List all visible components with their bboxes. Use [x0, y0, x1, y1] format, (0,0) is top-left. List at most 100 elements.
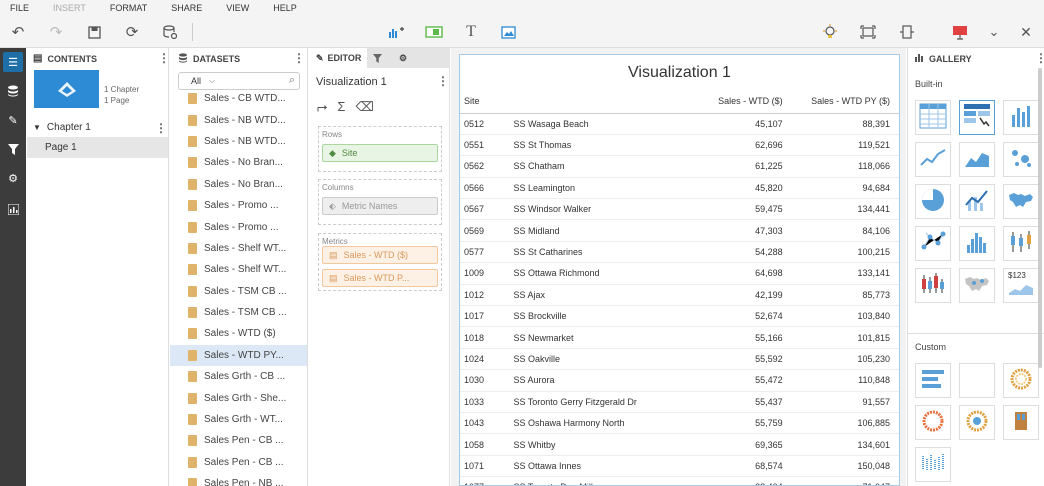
insert-text-icon[interactable]: T — [461, 22, 481, 42]
insert-filter-icon[interactable] — [424, 22, 444, 42]
gallery-chart-icon[interactable] — [3, 199, 23, 219]
datasets-icon[interactable] — [3, 81, 23, 101]
table-row[interactable]: 1009 SS Ottawa Richmond 64,698 133,141 — [460, 262, 899, 285]
dataset-item[interactable]: Sales - CB WTD... — [170, 88, 307, 109]
dataset-item[interactable]: Sales Pen - CB ... — [170, 452, 307, 473]
dataset-item[interactable]: Sales Pen - NB ... — [170, 473, 307, 486]
table-row[interactable]: 0577 SS St Catharines 54,288 100,215 — [460, 241, 899, 264]
gallery-builtin-network[interactable] — [915, 226, 951, 261]
contents-icon[interactable]: ☰ — [3, 52, 23, 72]
gallery-menu-icon[interactable]: ⋮ — [1035, 51, 1044, 65]
settings-icon[interactable]: ⚙ — [3, 168, 23, 188]
presentation-icon[interactable] — [950, 22, 970, 42]
gallery-builtin-map-area[interactable] — [959, 268, 995, 303]
gallery-builtin-grid[interactable] — [915, 100, 951, 135]
menu-file[interactable]: FILE — [10, 3, 29, 13]
gallery-builtin-bar-chart[interactable] — [1003, 100, 1039, 135]
datasets-menu-icon[interactable]: ⋮ — [293, 51, 305, 65]
gallery-builtin-area-chart[interactable] — [959, 142, 995, 177]
visualization-container[interactable]: Visualization 1 Site Sales - WTD ($) Sal… — [459, 54, 900, 486]
gallery-builtin-kpi[interactable]: $123 — [1003, 268, 1039, 303]
header-sales-wtd[interactable]: Sales - WTD ($) — [683, 89, 787, 114]
data-source-icon[interactable] — [160, 22, 180, 42]
gallery-builtin-map[interactable] — [1003, 184, 1039, 219]
gallery-builtin-box-plot[interactable] — [1003, 226, 1039, 261]
document-thumbnail[interactable] — [34, 70, 99, 108]
table-row[interactable]: 0551 SS St Thomas 62,696 119,521 — [460, 134, 899, 157]
menu-format[interactable]: FORMAT — [110, 3, 147, 13]
dataset-item[interactable]: Sales Pen - CB ... — [170, 430, 307, 451]
tab-format[interactable]: ⚙ — [399, 48, 417, 68]
gallery-builtin-pie-chart[interactable] — [915, 184, 951, 219]
table-row[interactable]: 1030 SS Aurora 55,472 110,848 — [460, 369, 899, 392]
dataset-item[interactable]: Sales - TSM CB ... — [170, 281, 307, 302]
table-row[interactable]: 1043 SS Oshawa Harmony North 55,759 106,885 — [460, 412, 899, 435]
page-row[interactable]: Page 1 — [27, 137, 168, 158]
dataset-item[interactable]: Sales - Promo ... — [170, 216, 307, 237]
table-row[interactable]: 1077SS Toronto Don Mills38,40471,047 — [460, 476, 899, 485]
dataset-item[interactable]: Sales Grth - CB ... — [170, 366, 307, 387]
gallery-custom-image[interactable] — [1003, 405, 1039, 440]
filter-icon[interactable] — [3, 139, 23, 159]
menu-share[interactable]: SHARE — [171, 3, 202, 13]
insert-image-icon[interactable] — [498, 22, 518, 42]
dataset-item[interactable]: Sales - WTD ($) — [170, 323, 307, 344]
chapter-row[interactable]: ▼ Chapter 1 — [27, 118, 168, 136]
fit-page-icon[interactable] — [858, 22, 878, 42]
rows-drop-zone[interactable]: Rows ◆ Site — [318, 126, 442, 172]
save-icon[interactable] — [84, 22, 104, 42]
gallery-scrollbar[interactable] — [1038, 68, 1042, 368]
metrics-pill-1[interactable]: ▤ Sales - WTD ($) — [322, 246, 438, 264]
dataset-item[interactable]: Sales - No Bran... — [170, 174, 307, 195]
dataset-item[interactable]: Sales - Shelf WT... — [170, 259, 307, 280]
gallery-custom-blank[interactable] — [959, 363, 995, 398]
dataset-item[interactable]: Sales - Promo ... — [170, 195, 307, 216]
dataset-item[interactable]: Sales Grth - WT... — [170, 409, 307, 430]
search-icon[interactable]: ⌕ — [289, 74, 295, 87]
menu-view[interactable]: VIEW — [226, 3, 249, 13]
bulb-icon[interactable] — [820, 22, 840, 42]
dataset-item[interactable]: Sales - No Bran... — [170, 152, 307, 173]
contents-menu-icon[interactable]: ⋮ — [158, 51, 170, 65]
header-site[interactable]: Site — [460, 89, 510, 114]
gallery-builtin-histogram[interactable] — [959, 226, 995, 261]
metrics-pill-2[interactable]: ▤ Sales - WTD P... — [322, 269, 438, 287]
close-icon[interactable]: ✕ — [1016, 22, 1036, 42]
columns-pill-metric-names[interactable]: ⬖ Metric Names — [322, 197, 438, 215]
menu-help[interactable]: HELP — [273, 3, 297, 13]
undo-icon[interactable]: ↶ — [8, 22, 28, 42]
table-row[interactable]: 1024 SS Oakville 55,592 105,230 — [460, 348, 899, 371]
gallery-builtin-combo-chart[interactable] — [959, 184, 995, 219]
dataset-item[interactable]: Sales - WTD PY... — [170, 344, 307, 367]
refresh-icon[interactable]: ⟳ — [122, 22, 142, 42]
chevron-double-down-icon[interactable]: ⌄ — [984, 22, 1004, 42]
gallery-builtin-heatmap-grid[interactable] — [959, 100, 995, 135]
table-row[interactable]: 1012 SS Ajax 42,199 85,773 — [460, 284, 899, 307]
table-row[interactable]: 0569 SS Midland 47,303 84,106 — [460, 219, 899, 242]
gallery-builtin-line-chart[interactable] — [915, 142, 951, 177]
visualization-menu-icon[interactable]: ⋮ — [437, 74, 449, 88]
header-sales-wtd-py[interactable]: Sales - WTD PY ($) — [786, 89, 899, 114]
table-row[interactable]: 1033 SS Toronto Gerry Fitzgerald Dr 55,437… — [460, 391, 899, 413]
table-row[interactable]: 1058 SS Whitby 69,365 134,601 — [460, 433, 899, 456]
gallery-builtin-candlestick[interactable] — [915, 268, 951, 303]
eraser-icon[interactable]: ⌫ — [355, 99, 373, 115]
gallery-custom-bar-list[interactable] — [915, 363, 951, 398]
gallery-builtin-bubble-chart[interactable] — [1003, 142, 1039, 177]
editor-icon[interactable]: ✎ — [3, 110, 23, 130]
table-row[interactable]: 0512 SS Wasaga Beach 45,107 88,391 — [460, 113, 899, 135]
dataset-item[interactable]: Sales - NB WTD... — [170, 109, 307, 130]
table-row[interactable]: 0562 SS Chatham 61,225 118,066 — [460, 155, 899, 178]
sigma-icon[interactable]: Σ — [337, 99, 345, 115]
rows-pill-site[interactable]: ◆ Site — [322, 144, 438, 162]
columns-drop-zone[interactable]: Columns ⬖ Metric Names — [318, 179, 442, 225]
gallery-custom-donut-a[interactable] — [915, 405, 951, 440]
insert-chart-icon[interactable] — [386, 22, 406, 42]
table-row[interactable]: 1071 SS Ottawa Innes 68,574 150,048 — [460, 455, 899, 478]
table-row[interactable]: 1017 SS Brockville 52,674 103,840 — [460, 305, 899, 328]
gallery-custom-sunburst[interactable] — [1003, 363, 1039, 398]
tab-filter[interactable] — [373, 48, 391, 68]
table-row[interactable]: 0566 SS Leamington 45,820 94,684 — [460, 177, 899, 200]
page-layout-icon[interactable] — [897, 22, 917, 42]
dataset-item[interactable]: Sales Grth - She... — [170, 387, 307, 408]
